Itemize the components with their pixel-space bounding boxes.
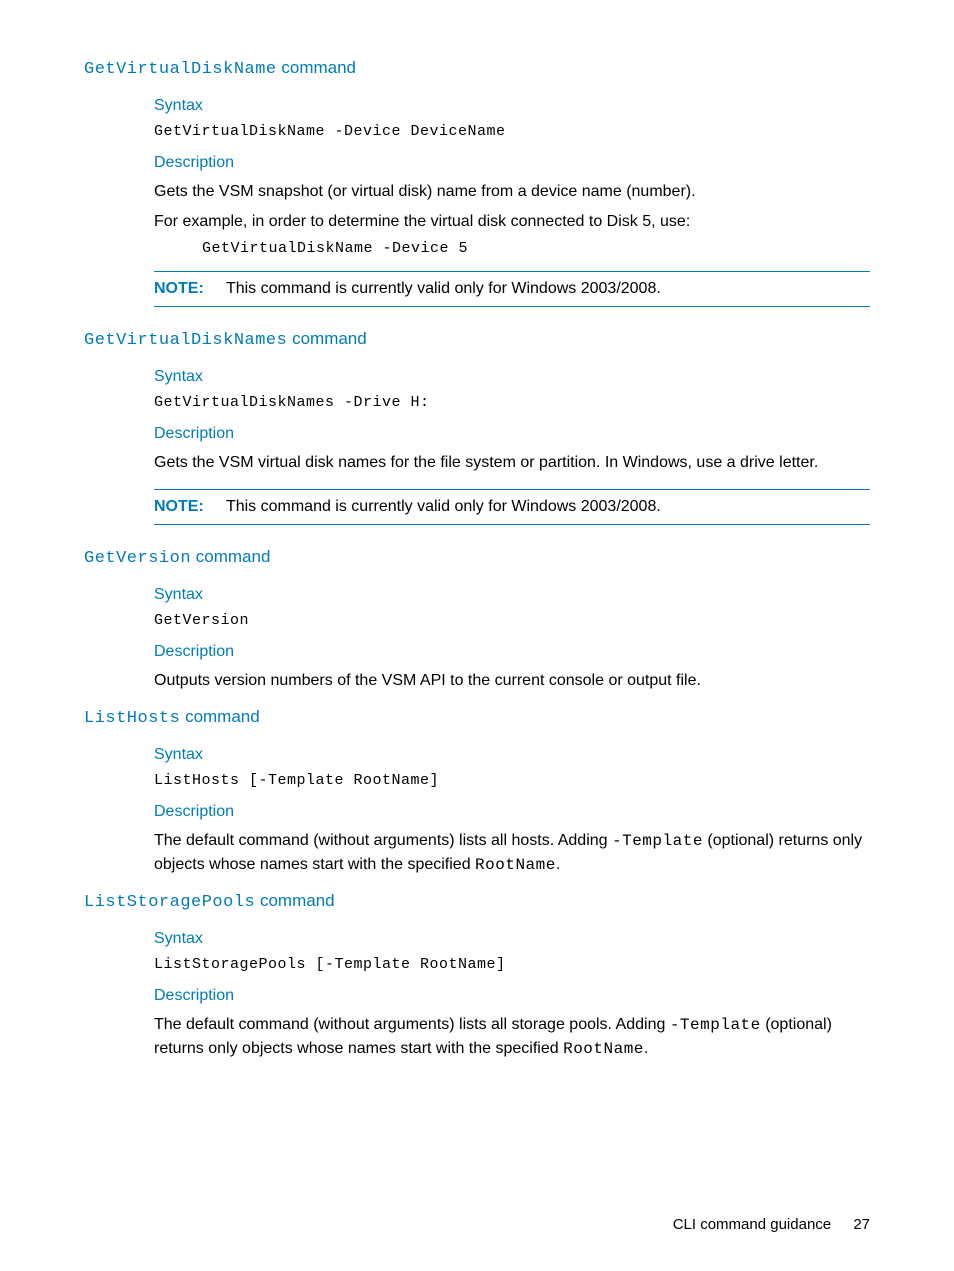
section-getversion: GetVersion command Syntax GetVersion Des… <box>84 547 870 693</box>
section-getvirtualdisknames: GetVirtualDiskNames command Syntax GetVi… <box>84 329 870 525</box>
description-text: The default command (without arguments) … <box>154 829 870 877</box>
desc-fragment: The default command (without arguments) … <box>154 1016 670 1033</box>
page-number: 27 <box>853 1216 870 1233</box>
syntax-code: ListStoragePools [-Template RootName] <box>154 956 870 973</box>
description-heading: Description <box>154 803 870 821</box>
command-heading: GetVersion command <box>84 547 870 568</box>
note-label: NOTE: <box>154 498 204 515</box>
heading-word: command <box>196 547 271 566</box>
page-footer: CLI command guidance 27 <box>673 1216 870 1233</box>
note-text: This command is currently valid only for… <box>226 498 661 515</box>
description-text: Gets the VSM snapshot (or virtual disk) … <box>154 180 870 204</box>
note-box: NOTE: This command is currently valid on… <box>154 489 870 525</box>
description-heading: Description <box>154 425 870 443</box>
command-name: ListStoragePools <box>84 893 255 912</box>
note-label: NOTE: <box>154 280 204 297</box>
heading-word: command <box>281 58 356 77</box>
description-text: Gets the VSM virtual disk names for the … <box>154 451 870 475</box>
desc-fragment: . <box>644 1040 648 1057</box>
command-name: ListHosts <box>84 709 180 728</box>
content-block: Syntax GetVirtualDiskNames -Drive H: Des… <box>154 368 870 525</box>
content-block: Syntax ListHosts [-Template RootName] De… <box>154 746 870 877</box>
command-name: GetVirtualDiskName <box>84 60 277 79</box>
note-box: NOTE: This command is currently valid on… <box>154 271 870 307</box>
syntax-heading: Syntax <box>154 586 870 604</box>
desc-fragment: . <box>556 856 560 873</box>
description-heading: Description <box>154 643 870 661</box>
command-heading: GetVirtualDiskNames command <box>84 329 870 350</box>
syntax-code: ListHosts [-Template RootName] <box>154 772 870 789</box>
syntax-heading: Syntax <box>154 746 870 764</box>
syntax-code: GetVirtualDiskName -Device DeviceName <box>154 123 870 140</box>
syntax-heading: Syntax <box>154 930 870 948</box>
heading-word: command <box>260 891 335 910</box>
section-listhosts: ListHosts command Syntax ListHosts [-Tem… <box>84 707 870 877</box>
desc-mono: -Template <box>670 1016 761 1034</box>
desc-mono: RootName <box>563 1040 644 1058</box>
description-heading: Description <box>154 987 870 1005</box>
section-liststoragepools: ListStoragePools command Syntax ListStor… <box>84 891 870 1061</box>
description-heading: Description <box>154 154 870 172</box>
syntax-heading: Syntax <box>154 97 870 115</box>
syntax-heading: Syntax <box>154 368 870 386</box>
desc-mono: RootName <box>475 856 556 874</box>
footer-text: CLI command guidance <box>673 1216 831 1233</box>
section-getvirtualdiskname: GetVirtualDiskName command Syntax GetVir… <box>84 58 870 307</box>
command-heading: ListHosts command <box>84 707 870 728</box>
command-name: GetVersion <box>84 549 191 568</box>
note-text: This command is currently valid only for… <box>226 280 661 297</box>
content-block: Syntax ListStoragePools [-Template RootN… <box>154 930 870 1061</box>
document-page: GetVirtualDiskName command Syntax GetVir… <box>0 0 954 1271</box>
description-text: The default command (without arguments) … <box>154 1013 870 1061</box>
heading-word: command <box>185 707 260 726</box>
description-text: Outputs version numbers of the VSM API t… <box>154 669 870 693</box>
example-code: GetVirtualDiskName -Device 5 <box>202 240 870 257</box>
desc-fragment: The default command (without arguments) … <box>154 832 612 849</box>
content-block: Syntax GetVirtualDiskName -Device Device… <box>154 97 870 307</box>
desc-mono: -Template <box>612 832 703 850</box>
syntax-code: GetVirtualDiskNames -Drive H: <box>154 394 870 411</box>
command-heading: GetVirtualDiskName command <box>84 58 870 79</box>
content-block: Syntax GetVersion Description Outputs ve… <box>154 586 870 693</box>
description-text: For example, in order to determine the v… <box>154 210 870 234</box>
command-name: GetVirtualDiskNames <box>84 331 287 350</box>
command-heading: ListStoragePools command <box>84 891 870 912</box>
syntax-code: GetVersion <box>154 612 870 629</box>
heading-word: command <box>292 329 367 348</box>
